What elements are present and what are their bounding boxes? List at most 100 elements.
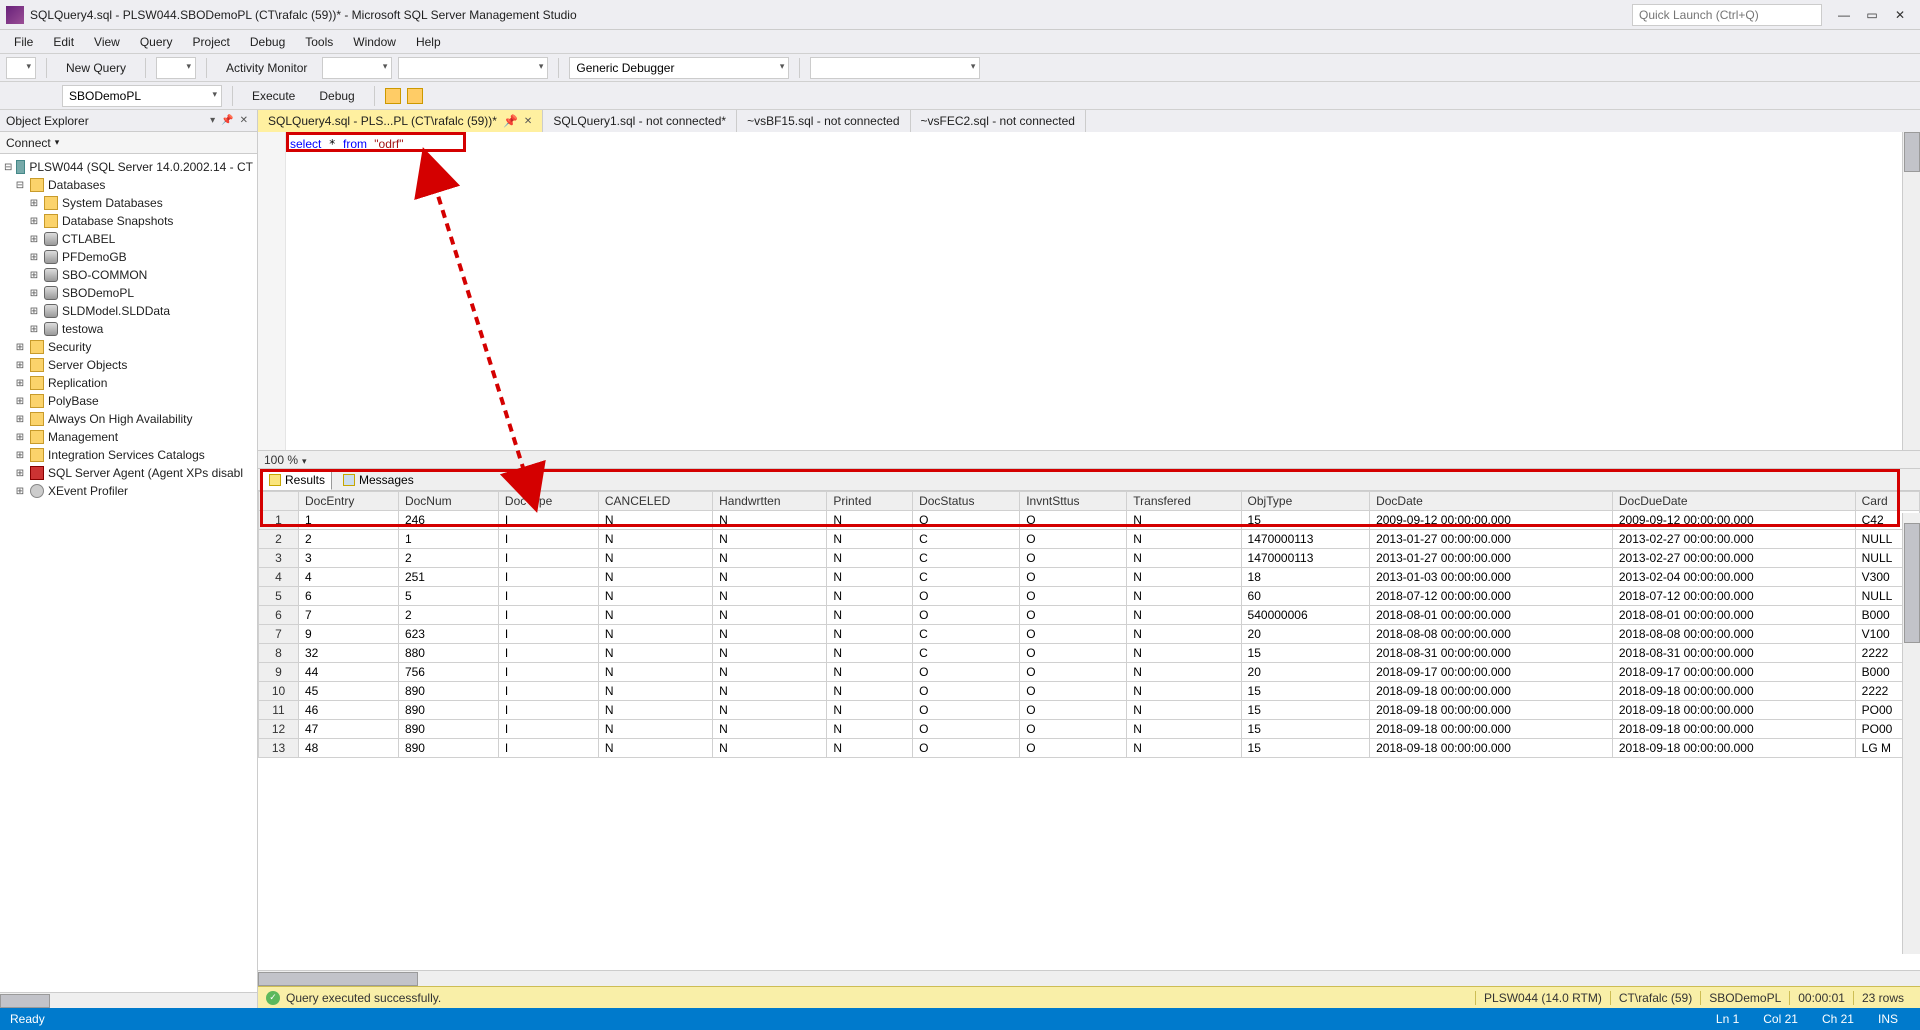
grid-vscroll[interactable] (1902, 513, 1920, 954)
grid-header[interactable]: CANCELED (598, 492, 712, 511)
results-tab[interactable]: Results (262, 470, 332, 490)
sql-editor[interactable]: select * from "odrf" (258, 132, 1902, 450)
editor-vscroll[interactable] (1902, 132, 1920, 450)
grid-cell[interactable]: 11 (259, 701, 299, 720)
grid-header[interactable]: InvntSttus (1020, 492, 1127, 511)
document-tab[interactable]: ~vsBF15.sql - not connected (737, 110, 910, 132)
grid-cell[interactable]: N (713, 701, 827, 720)
grid-header[interactable]: Card (1855, 492, 1919, 511)
grid-cell[interactable]: 15 (1241, 682, 1370, 701)
grid-cell[interactable]: O (913, 511, 1020, 530)
grid-cell[interactable]: 32 (298, 644, 398, 663)
table-row[interactable]: 1146890INNNOON152018-09-18 00:00:00.0002… (259, 701, 1920, 720)
grid-cell[interactable]: 6 (298, 587, 398, 606)
grid-cell[interactable]: 2018-08-01 00:00:00.000 (1612, 606, 1855, 625)
grid-cell[interactable]: N (713, 511, 827, 530)
grid-cell[interactable]: I (498, 568, 598, 587)
grid-cell[interactable]: 2009-09-12 00:00:00.000 (1370, 511, 1613, 530)
grid-cell[interactable]: N (827, 511, 913, 530)
menu-edit[interactable]: Edit (43, 32, 84, 52)
table-row[interactable]: 1348890INNNOON152018-09-18 00:00:00.0002… (259, 739, 1920, 758)
zoom-level[interactable]: 100 % (264, 453, 307, 467)
grid-cell[interactable]: N (1127, 644, 1241, 663)
grid-cell[interactable]: 13 (259, 739, 299, 758)
grid-cell[interactable]: 10 (259, 682, 299, 701)
tree-node[interactable]: ⊞Replication (0, 374, 257, 392)
grid-cell[interactable]: N (1127, 511, 1241, 530)
menu-file[interactable]: File (4, 32, 43, 52)
grid-cell[interactable]: 1 (298, 511, 398, 530)
grid-cell[interactable]: 15 (1241, 701, 1370, 720)
grid-cell[interactable]: I (498, 739, 598, 758)
grid-cell[interactable]: 251 (398, 568, 498, 587)
menu-query[interactable]: Query (130, 32, 183, 52)
grid-cell[interactable]: I (498, 701, 598, 720)
grid-cell[interactable]: 2013-02-04 00:00:00.000 (1612, 568, 1855, 587)
grid-cell[interactable]: N (713, 587, 827, 606)
grid-cell[interactable]: O (1020, 682, 1127, 701)
grid-cell[interactable]: 2018-08-31 00:00:00.000 (1370, 644, 1613, 663)
quick-launch-input[interactable] (1632, 4, 1822, 26)
tree-node[interactable]: ⊞Always On High Availability (0, 410, 257, 428)
grid-cell[interactable]: N (713, 530, 827, 549)
grid-cell[interactable]: O (1020, 625, 1127, 644)
tree-node[interactable]: ⊞SBODemoPL (0, 284, 257, 302)
grid-cell[interactable]: N (827, 701, 913, 720)
tree-node[interactable]: ⊞SLDModel.SLDData (0, 302, 257, 320)
table-row[interactable]: 44251INNNCON182013-01-03 00:00:00.000201… (259, 568, 1920, 587)
grid-cell[interactable]: N (598, 549, 712, 568)
grid-cell[interactable]: C (913, 625, 1020, 644)
grid-cell[interactable]: O (913, 720, 1020, 739)
tree-node[interactable]: ⊞CTLABEL (0, 230, 257, 248)
grid-cell[interactable]: 2018-08-31 00:00:00.000 (1612, 644, 1855, 663)
grid-cell[interactable]: N (1127, 530, 1241, 549)
grid-header[interactable] (259, 492, 299, 511)
pin-icon[interactable]: 📌 (503, 114, 518, 128)
grid-cell[interactable]: 15 (1241, 644, 1370, 663)
grid-cell[interactable]: 2013-02-27 00:00:00.000 (1612, 549, 1855, 568)
grid-cell[interactable]: 623 (398, 625, 498, 644)
grid-cell[interactable]: N (827, 568, 913, 587)
table-row[interactable]: 79623INNNCON202018-08-08 00:00:00.000201… (259, 625, 1920, 644)
grid-cell[interactable]: 880 (398, 644, 498, 663)
grid-cell[interactable]: N (1127, 587, 1241, 606)
grid-cell[interactable]: I (498, 511, 598, 530)
grid-header[interactable]: DocDueDate (1612, 492, 1855, 511)
grid-cell[interactable]: N (827, 549, 913, 568)
table-row[interactable]: 832880INNNCON152018-08-31 00:00:00.00020… (259, 644, 1920, 663)
tree-node[interactable]: ⊞SQL Server Agent (Agent XPs disabl (0, 464, 257, 482)
object-explorer-tree[interactable]: ⊟PLSW044 (SQL Server 14.0.2002.14 - CT⊟D… (0, 154, 257, 992)
grid-cell[interactable]: C (913, 568, 1020, 587)
grid-cell[interactable]: 12 (259, 720, 299, 739)
empty-drop-3[interactable] (810, 57, 980, 79)
grid-cell[interactable]: 1 (259, 511, 299, 530)
grid-cell[interactable]: 246 (398, 511, 498, 530)
sql-code[interactable]: select * from "odrf" (290, 136, 1902, 152)
messages-tab[interactable]: Messages (336, 470, 421, 490)
grid-cell[interactable]: O (1020, 549, 1127, 568)
grid-hscroll[interactable] (258, 970, 1920, 986)
menu-window[interactable]: Window (343, 32, 406, 52)
grid-cell[interactable]: O (1020, 663, 1127, 682)
grid-cell[interactable]: O (913, 606, 1020, 625)
menu-debug[interactable]: Debug (240, 32, 295, 52)
grid-header[interactable]: DocDate (1370, 492, 1613, 511)
grid-cell[interactable]: 15 (1241, 720, 1370, 739)
grid-cell[interactable]: 890 (398, 701, 498, 720)
grid-cell[interactable]: N (827, 530, 913, 549)
grid-cell[interactable]: 890 (398, 739, 498, 758)
grid-cell[interactable]: N (598, 530, 712, 549)
grid-cell[interactable]: N (1127, 549, 1241, 568)
grid-cell[interactable]: 5 (259, 587, 299, 606)
grid-cell[interactable]: 5 (398, 587, 498, 606)
results-grid[interactable]: DocEntryDocNumDocTypeCANCELEDHandwrttenP… (258, 491, 1920, 758)
grid-cell[interactable]: 540000006 (1241, 606, 1370, 625)
grid-cell[interactable]: 2013-01-27 00:00:00.000 (1370, 530, 1613, 549)
tree-root[interactable]: ⊟PLSW044 (SQL Server 14.0.2002.14 - CT (0, 158, 257, 176)
tree-node[interactable]: ⊞PolyBase (0, 392, 257, 410)
grid-cell[interactable]: I (498, 644, 598, 663)
close-tab-icon[interactable]: ✕ (524, 116, 532, 127)
grid-cell[interactable]: O (1020, 644, 1127, 663)
grid-cell[interactable]: C (913, 530, 1020, 549)
table-row[interactable]: 332INNNCON14700001132013-01-27 00:00:00.… (259, 549, 1920, 568)
